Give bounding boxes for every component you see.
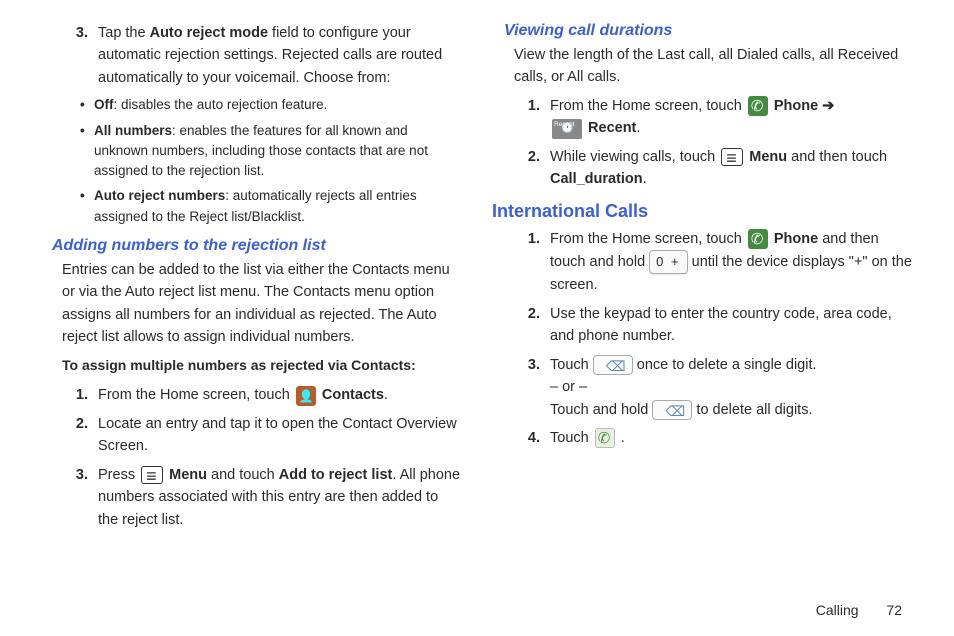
- page-number: 72: [886, 602, 902, 618]
- assign-step-2: 2. Locate an entry and tap it to open th…: [70, 413, 462, 458]
- recent-icon: [552, 119, 582, 139]
- step-number: 3.: [70, 22, 98, 89]
- step-text: Tap the Auto reject mode field to config…: [98, 22, 462, 89]
- para-view: View the length of the Last call, all Di…: [492, 44, 914, 89]
- zero-plus-key-icon: 0 +: [649, 250, 687, 274]
- intl-step-3: 3. Touch once to delete a single digit. …: [522, 354, 914, 421]
- intl-step-1: 1. From the Home screen, touch Phone and…: [522, 228, 914, 297]
- bullet-off: • Off: disables the auto rejection featu…: [40, 95, 462, 115]
- intl-step-4: 4. Touch .: [522, 427, 914, 449]
- contacts-icon: [296, 386, 316, 406]
- left-column: 3. Tap the Auto reject mode field to con…: [40, 22, 462, 537]
- menu-icon: [141, 466, 163, 484]
- section-name: Calling: [816, 602, 859, 618]
- view-step-2: 2. While viewing calls, touch Menu and t…: [522, 146, 914, 191]
- assign-step-1: 1. From the Home screen, touch Contacts.: [70, 384, 462, 406]
- bullet-auto-reject: • Auto reject numbers: automatically rej…: [40, 186, 462, 227]
- bullet-all-numbers: • All numbers: enables the features for …: [40, 121, 462, 182]
- page-columns: 3. Tap the Auto reject mode field to con…: [40, 22, 914, 537]
- delete-key-icon: [593, 355, 633, 375]
- step-3-auto-reject: 3. Tap the Auto reject mode field to con…: [70, 22, 462, 89]
- view-step-1: 1. From the Home screen, touch Phone ➔ R…: [522, 95, 914, 140]
- intl-step-2: 2. Use the keypad to enter the country c…: [522, 303, 914, 348]
- delete-key-icon: [652, 400, 692, 420]
- para-assign-heading: To assign multiple numbers as rejected v…: [40, 355, 462, 377]
- heading-viewing-durations: Viewing call durations: [504, 22, 914, 40]
- para-adding: Entries can be added to the list via eit…: [40, 259, 462, 349]
- phone-icon: [748, 229, 768, 249]
- page-footer: Calling 72: [816, 602, 902, 618]
- menu-icon: [721, 148, 743, 166]
- heading-international-calls: International Calls: [492, 201, 914, 222]
- dial-icon: [595, 428, 615, 448]
- right-column: Viewing call durations View the length o…: [492, 22, 914, 537]
- phone-icon: [748, 96, 768, 116]
- heading-adding-numbers: Adding numbers to the rejection list: [52, 237, 462, 255]
- assign-step-3: 3. Press Menu and touch Add to reject li…: [70, 464, 462, 531]
